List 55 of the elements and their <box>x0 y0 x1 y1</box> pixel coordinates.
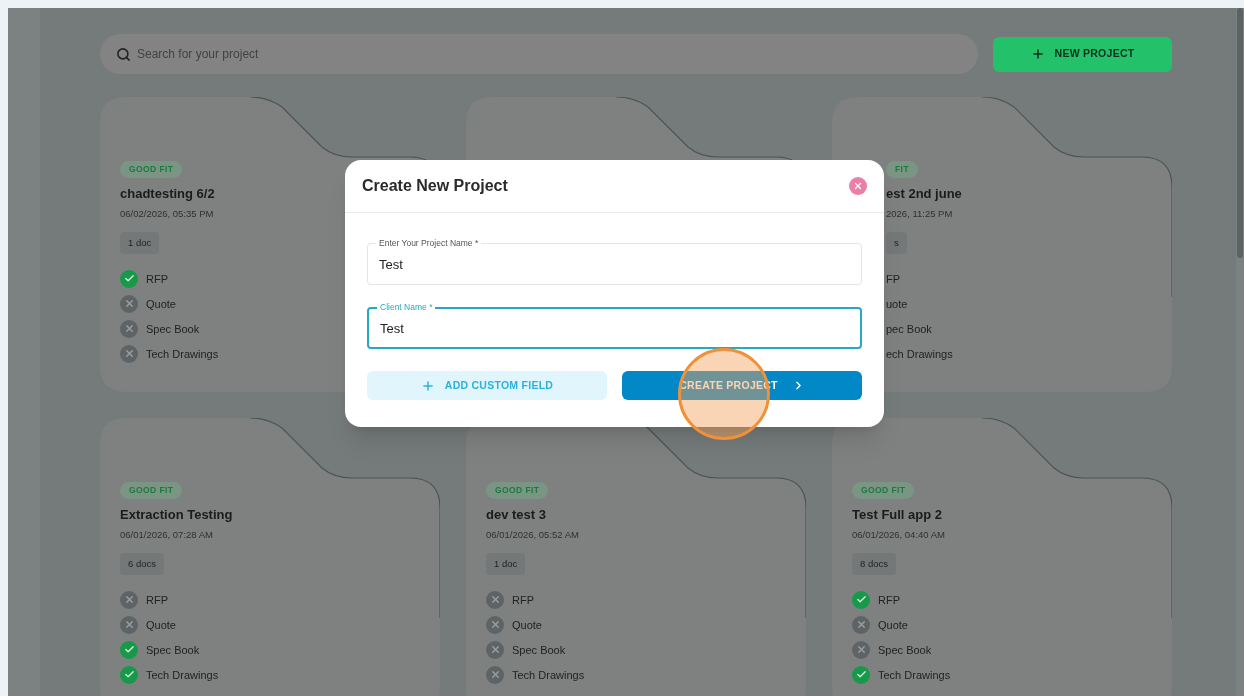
text-field[interactable]: Enter Your Project Name * Test <box>367 238 862 285</box>
document-label: Tech Drawings <box>146 346 219 362</box>
close-icon <box>853 181 863 191</box>
document-label: Quote <box>146 617 176 633</box>
document-label: Spec Book <box>878 642 932 658</box>
project-date: 2026, 11:25 PM <box>886 207 953 222</box>
dialog-title: Create New Project <box>362 176 508 196</box>
text-field[interactable]: Client Name * Test <box>367 302 862 349</box>
project-date: 06/01/2026, 05:52 AM <box>486 528 579 543</box>
document-label: Quote <box>878 617 908 633</box>
document-label: RFP <box>146 271 168 287</box>
project-title: Test Full app 2 <box>852 505 943 524</box>
document-label: Spec Book <box>146 321 200 337</box>
search-icon <box>116 47 131 62</box>
project-title: dev test 3 <box>486 505 546 524</box>
plus-icon <box>1030 47 1045 61</box>
document-label: pec Book <box>886 321 932 337</box>
document-label: Spec Book <box>146 642 200 658</box>
document-label: Tech Drawings <box>878 667 951 683</box>
document-label: Quote <box>146 296 176 312</box>
close-button[interactable] <box>849 177 867 195</box>
scrollbar-thumb[interactable] <box>1237 8 1243 258</box>
document-label: Spec Book <box>512 642 566 658</box>
document-label: ech Drawings <box>886 346 953 362</box>
search-field[interactable]: Search for your project <box>100 34 978 74</box>
doc-count: 6 docs <box>120 552 164 575</box>
project-date: 06/01/2026, 07:28 AM <box>120 528 213 543</box>
project-title: chadtesting 6/2 <box>120 184 215 203</box>
fit-badge: FIT <box>886 161 919 178</box>
document-label: Tech Drawings <box>512 667 585 683</box>
document-label: uote <box>886 296 908 312</box>
document-label: Tech Drawings <box>146 667 219 683</box>
fit-badge: GOOD FIT <box>120 482 183 499</box>
fit-badge: GOOD FIT <box>486 482 549 499</box>
doc-count: 1 doc <box>486 552 526 575</box>
text-input[interactable]: Test <box>376 255 853 275</box>
document-label: RFP <box>512 592 534 608</box>
project-date: 06/01/2026, 04:40 AM <box>852 528 945 543</box>
field-label: Enter Your Project Name * <box>378 238 480 249</box>
document-label: RFP <box>146 592 168 608</box>
project-title: est 2nd june <box>886 184 962 203</box>
plus-icon <box>420 378 435 393</box>
doc-count: s <box>886 231 907 254</box>
text-input[interactable]: Test <box>377 319 852 339</box>
document-label: RFP <box>878 592 900 608</box>
field-label: Client Name * <box>379 302 434 313</box>
project-title: Extraction Testing <box>120 505 233 524</box>
doc-count: 8 docs <box>852 552 896 575</box>
doc-count: 1 doc <box>120 231 160 254</box>
fit-badge: GOOD FIT <box>852 482 915 499</box>
new-project-button[interactable]: NEW PROJECT <box>993 36 1172 72</box>
document-label: Quote <box>512 617 542 633</box>
document-label: FP <box>886 271 901 287</box>
project-date: 06/02/2026, 05:35 PM <box>120 207 214 222</box>
fit-badge: GOOD FIT <box>120 161 183 178</box>
